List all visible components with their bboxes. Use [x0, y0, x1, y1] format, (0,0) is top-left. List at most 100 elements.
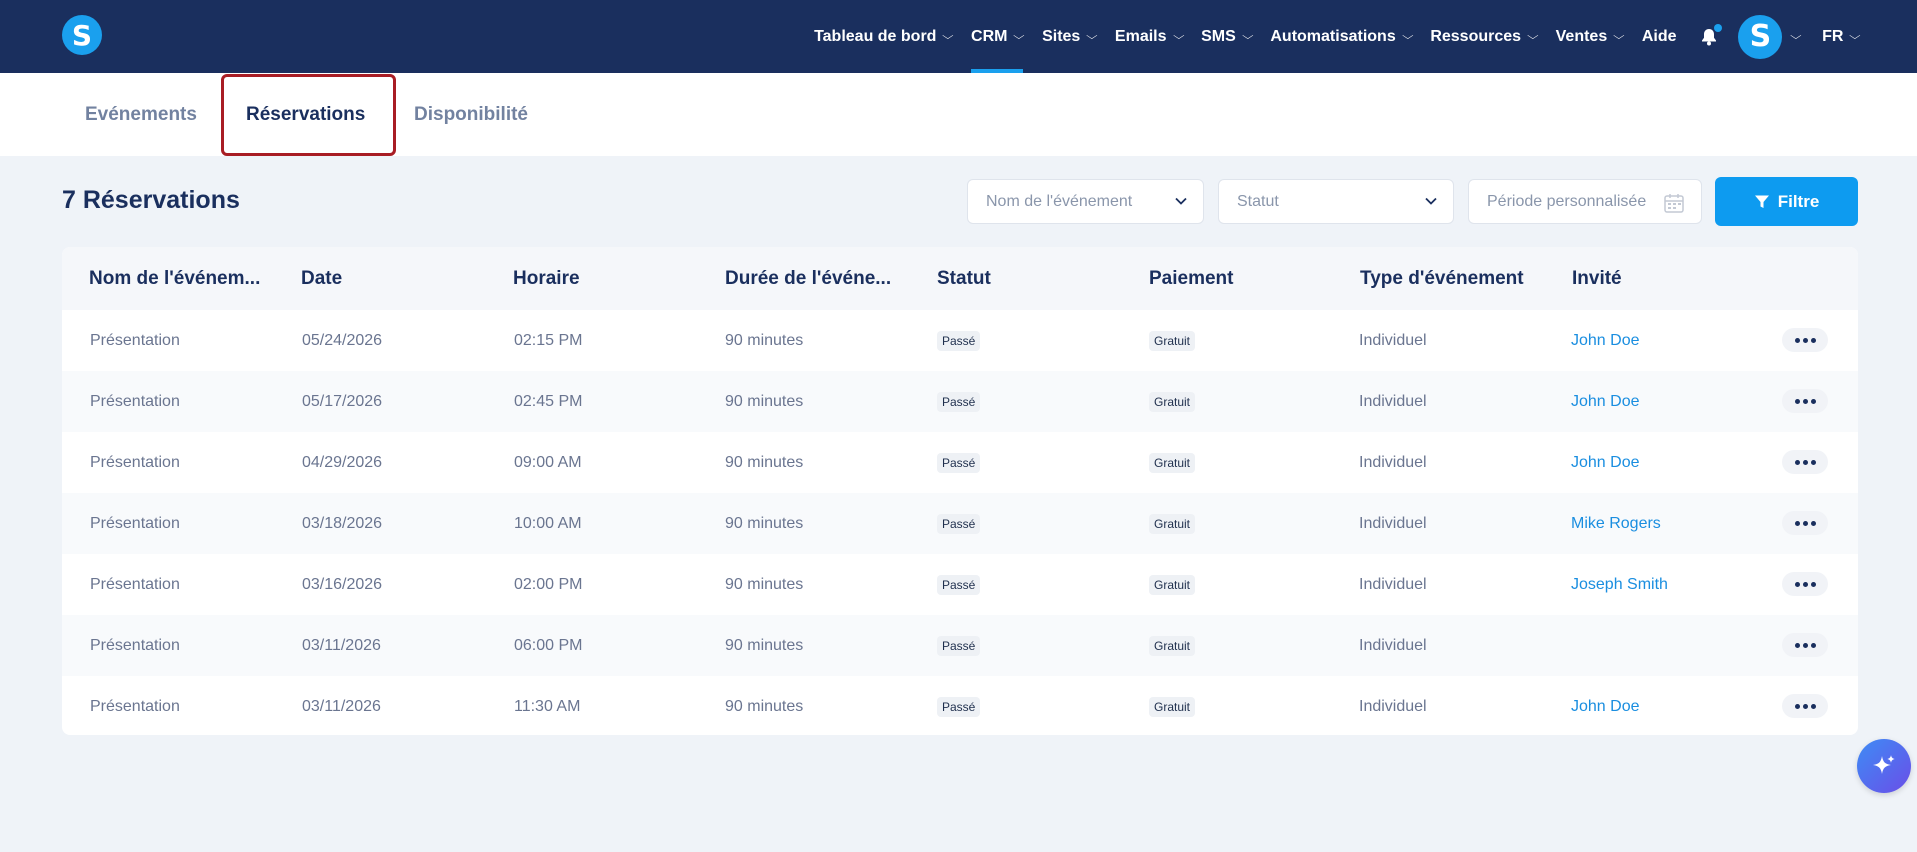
chevron-down-icon	[1175, 197, 1187, 205]
row-actions-button[interactable]	[1782, 633, 1828, 657]
filter-button-label: Filtre	[1777, 191, 1820, 211]
row-actions-button[interactable]	[1782, 511, 1828, 535]
more-icon	[1810, 459, 1816, 465]
column-header-payment[interactable]: Paiement	[1149, 247, 1334, 310]
calendar-icon	[1664, 194, 1684, 213]
more-icon	[1810, 520, 1816, 526]
table-row[interactable]: Présentation 04/29/2026 09:00 AM 90 minu…	[62, 432, 1858, 493]
more-icon	[1810, 337, 1816, 343]
nav-label: CRM	[971, 27, 1008, 45]
row-actions-button[interactable]	[1782, 328, 1828, 352]
table-row[interactable]: Présentation 03/11/2026 06:00 PM 90 minu…	[62, 615, 1858, 676]
ai-assistant-button[interactable]	[1857, 739, 1911, 793]
more-icon	[1802, 337, 1808, 343]
sub-tabs: Evénements Réservations Disponibilité	[0, 73, 1917, 156]
tab-availability[interactable]: Disponibilité	[414, 73, 528, 156]
status-badge: Passé	[937, 391, 981, 412]
column-header-type[interactable]: Type d'événement	[1360, 247, 1560, 310]
payment-badge: Gratuit	[1149, 635, 1196, 656]
chevron-down-icon: ⌵	[1613, 31, 1625, 42]
column-header-guest[interactable]: Invité	[1572, 247, 1757, 310]
cell-date: 03/18/2026	[302, 514, 383, 532]
cell-payment: Gratuit	[1149, 615, 1196, 676]
cell-date: 03/11/2026	[302, 636, 381, 654]
payment-badge: Gratuit	[1149, 391, 1196, 412]
cell-duration: 90 minutes	[725, 514, 804, 532]
table-row[interactable]: Présentation 03/11/2026 11:30 AM 90 minu…	[62, 676, 1858, 735]
more-icon	[1794, 459, 1800, 465]
period-date-picker[interactable]: Période personnalisée	[1468, 179, 1702, 224]
notifications-button[interactable]	[1698, 23, 1723, 48]
guest-link[interactable]: John Doe	[1571, 432, 1640, 493]
column-header-time[interactable]: Horaire	[513, 247, 698, 310]
nav-item-resources[interactable]: Ressources ⌵	[1430, 0, 1538, 73]
table-row[interactable]: Présentation 05/24/2026 02:15 PM 90 minu…	[62, 310, 1858, 371]
user-menu[interactable]: S ⌵	[1738, 14, 1802, 59]
nav-label: Ressources	[1430, 27, 1522, 45]
chevron-down-icon: ⌵	[1790, 31, 1802, 42]
payment-badge: Gratuit	[1149, 696, 1196, 717]
row-actions-button[interactable]	[1782, 389, 1828, 413]
event-name-placeholder: Nom de l'événement	[986, 192, 1133, 210]
nav-item-sales[interactable]: Ventes ⌵	[1555, 0, 1625, 73]
guest-link[interactable]: Mike Rogers	[1571, 493, 1661, 554]
more-icon	[1794, 337, 1800, 343]
nav-label: Ventes	[1555, 27, 1608, 45]
payment-badge: Gratuit	[1149, 513, 1196, 534]
cell-date: 05/24/2026	[302, 331, 383, 349]
more-icon	[1802, 642, 1808, 648]
avatar: S	[1738, 14, 1783, 59]
column-header-event[interactable]: Nom de l'événem...	[89, 247, 274, 310]
cell-status: Passé	[937, 310, 981, 371]
nav-item-dashboard[interactable]: Tableau de bord ⌵	[814, 0, 954, 73]
status-select[interactable]: Statut	[1218, 179, 1454, 224]
more-icon	[1810, 642, 1816, 648]
nav-item-help[interactable]: Aide	[1642, 0, 1677, 73]
status-badge: Passé	[937, 330, 981, 351]
cell-time: 10:00 AM	[514, 514, 582, 532]
nav-item-automations[interactable]: Automatisations ⌵	[1270, 0, 1413, 73]
status-badge: Passé	[937, 574, 981, 595]
language-label: FR	[1822, 27, 1844, 45]
cell-date: 05/17/2026	[302, 392, 383, 410]
guest-link[interactable]: John Doe	[1571, 371, 1640, 432]
nav-label: SMS	[1201, 27, 1236, 45]
column-header-status[interactable]: Statut	[937, 247, 1122, 310]
cell-status: Passé	[937, 371, 981, 432]
nav-item-sites[interactable]: Sites ⌵	[1042, 0, 1098, 73]
cell-type: Individuel	[1359, 392, 1427, 410]
page-title: 7 Réservations	[62, 186, 240, 214]
row-actions-button[interactable]	[1782, 572, 1828, 596]
guest-link[interactable]: John Doe	[1571, 676, 1640, 735]
column-header-date[interactable]: Date	[301, 247, 486, 310]
table-row[interactable]: Présentation 05/17/2026 02:45 PM 90 minu…	[62, 371, 1858, 432]
filter-button[interactable]: Filtre	[1715, 177, 1858, 226]
nav-item-emails[interactable]: Emails ⌵	[1115, 0, 1185, 73]
cell-event: Présentation	[90, 514, 180, 532]
more-icon	[1794, 642, 1800, 648]
guest-link[interactable]: Joseph Smith	[1571, 554, 1668, 615]
cell-duration: 90 minutes	[725, 697, 804, 715]
row-actions-button[interactable]	[1782, 450, 1828, 474]
top-navbar: S Tableau de bord ⌵ CRM ⌵ Sites ⌵ Emails ⌵ S…	[0, 0, 1917, 73]
more-icon	[1794, 581, 1800, 587]
nav-item-crm[interactable]: CRM ⌵	[971, 0, 1025, 73]
cell-type: Individuel	[1359, 453, 1427, 471]
chevron-down-icon: ⌵	[1172, 31, 1185, 42]
table-row[interactable]: Présentation 03/16/2026 02:00 PM 90 minu…	[62, 554, 1858, 615]
tab-reservations[interactable]: Réservations	[246, 73, 365, 156]
column-header-duration[interactable]: Durée de l'événe...	[725, 247, 910, 310]
row-actions-button[interactable]	[1782, 694, 1828, 718]
sparkle-icon	[1873, 755, 1895, 774]
guest-link[interactable]: John Doe	[1571, 310, 1640, 371]
cell-payment: Gratuit	[1149, 310, 1196, 371]
cell-status: Passé	[937, 554, 981, 615]
cell-event: Présentation	[90, 392, 180, 410]
brand-logo[interactable]: S	[62, 15, 102, 55]
event-name-select[interactable]: Nom de l'événement	[967, 179, 1204, 224]
cell-duration: 90 minutes	[725, 392, 804, 410]
tab-events[interactable]: Evénements	[85, 73, 197, 156]
language-selector[interactable]: FR ⌵	[1822, 0, 1861, 73]
table-row[interactable]: Présentation 03/18/2026 10:00 AM 90 minu…	[62, 493, 1858, 554]
nav-item-sms[interactable]: SMS ⌵	[1201, 0, 1253, 73]
